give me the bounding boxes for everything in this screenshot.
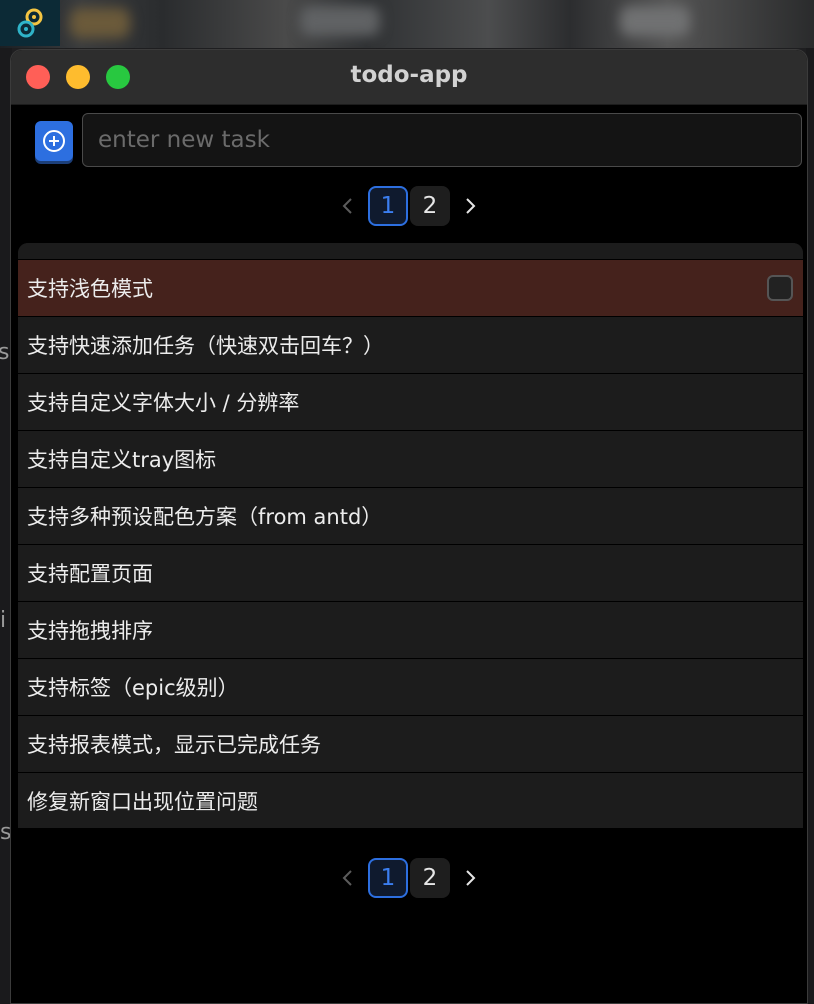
task-label: 支持标签（epic级别）: [27, 676, 239, 700]
add-task-button[interactable]: [35, 121, 73, 161]
task-label: 修复新窗口出现位置问题: [27, 789, 258, 814]
plus-circle-icon: [42, 129, 66, 153]
background-text-fragment: i: [0, 608, 7, 633]
list-header: [18, 243, 803, 259]
task-list: 支持浅色模式 支持快速添加任务（快速双击回车？） 支持自定义字体大小 / 分辨率…: [18, 243, 803, 829]
page-1-button[interactable]: 1: [368, 186, 408, 226]
task-row[interactable]: 支持自定义tray图标: [18, 430, 803, 487]
chevron-right-icon: [466, 198, 476, 214]
next-page-button[interactable]: [451, 185, 489, 227]
blurred-desktop-item: [70, 8, 130, 38]
task-row[interactable]: 支持报表模式，显示已完成任务: [18, 715, 803, 772]
task-label: 支持拖拽排序: [27, 619, 153, 643]
page-2-button[interactable]: 2: [410, 186, 450, 226]
chevron-left-icon: [342, 198, 352, 214]
task-row[interactable]: 支持标签（epic级别）: [18, 658, 803, 715]
task-label: 支持自定义tray图标: [27, 448, 217, 472]
page-2-button[interactable]: 2: [410, 858, 450, 898]
new-task-input[interactable]: [82, 113, 802, 167]
task-label: 支持自定义字体大小 / 分辨率: [27, 391, 300, 415]
task-checkbox[interactable]: [767, 275, 793, 301]
prev-page-button[interactable]: [329, 185, 367, 227]
next-page-button[interactable]: [451, 857, 489, 899]
task-label: 支持浅色模式: [27, 277, 153, 301]
task-row[interactable]: 支持拖拽排序: [18, 601, 803, 658]
page-1-button[interactable]: 1: [368, 858, 408, 898]
task-label: 支持报表模式，显示已完成任务: [27, 733, 321, 757]
chevron-left-icon: [342, 870, 352, 886]
pagination-top: 1 2: [11, 185, 807, 227]
task-row[interactable]: 支持自定义字体大小 / 分辨率: [18, 373, 803, 430]
prev-page-button[interactable]: [329, 857, 367, 899]
task-label: 支持多种预设配色方案（from antd）: [27, 505, 383, 529]
task-row[interactable]: 修复新窗口出现位置问题: [18, 772, 803, 829]
task-label: 支持快速添加任务（快速双击回车？）: [27, 334, 384, 358]
desktop-background: [0, 0, 814, 48]
tauri-logo-icon[interactable]: [0, 0, 60, 46]
pagination-bottom: 1 2: [11, 857, 807, 899]
task-row[interactable]: 支持多种预设配色方案（from antd）: [18, 487, 803, 544]
task-row[interactable]: 支持浅色模式: [18, 259, 803, 316]
title-bar[interactable]: todo-app: [11, 50, 807, 105]
app-window: todo-app 1 2 支持浅色模式: [10, 49, 808, 1004]
chevron-right-icon: [466, 870, 476, 886]
blurred-desktop-item: [620, 6, 690, 36]
task-row[interactable]: 支持快速添加任务（快速双击回车？）: [18, 316, 803, 373]
blurred-desktop-item: [300, 6, 380, 36]
task-label: 支持配置页面: [27, 562, 153, 586]
window-title: todo-app: [350, 62, 468, 88]
task-row[interactable]: 支持配置页面: [18, 544, 803, 601]
